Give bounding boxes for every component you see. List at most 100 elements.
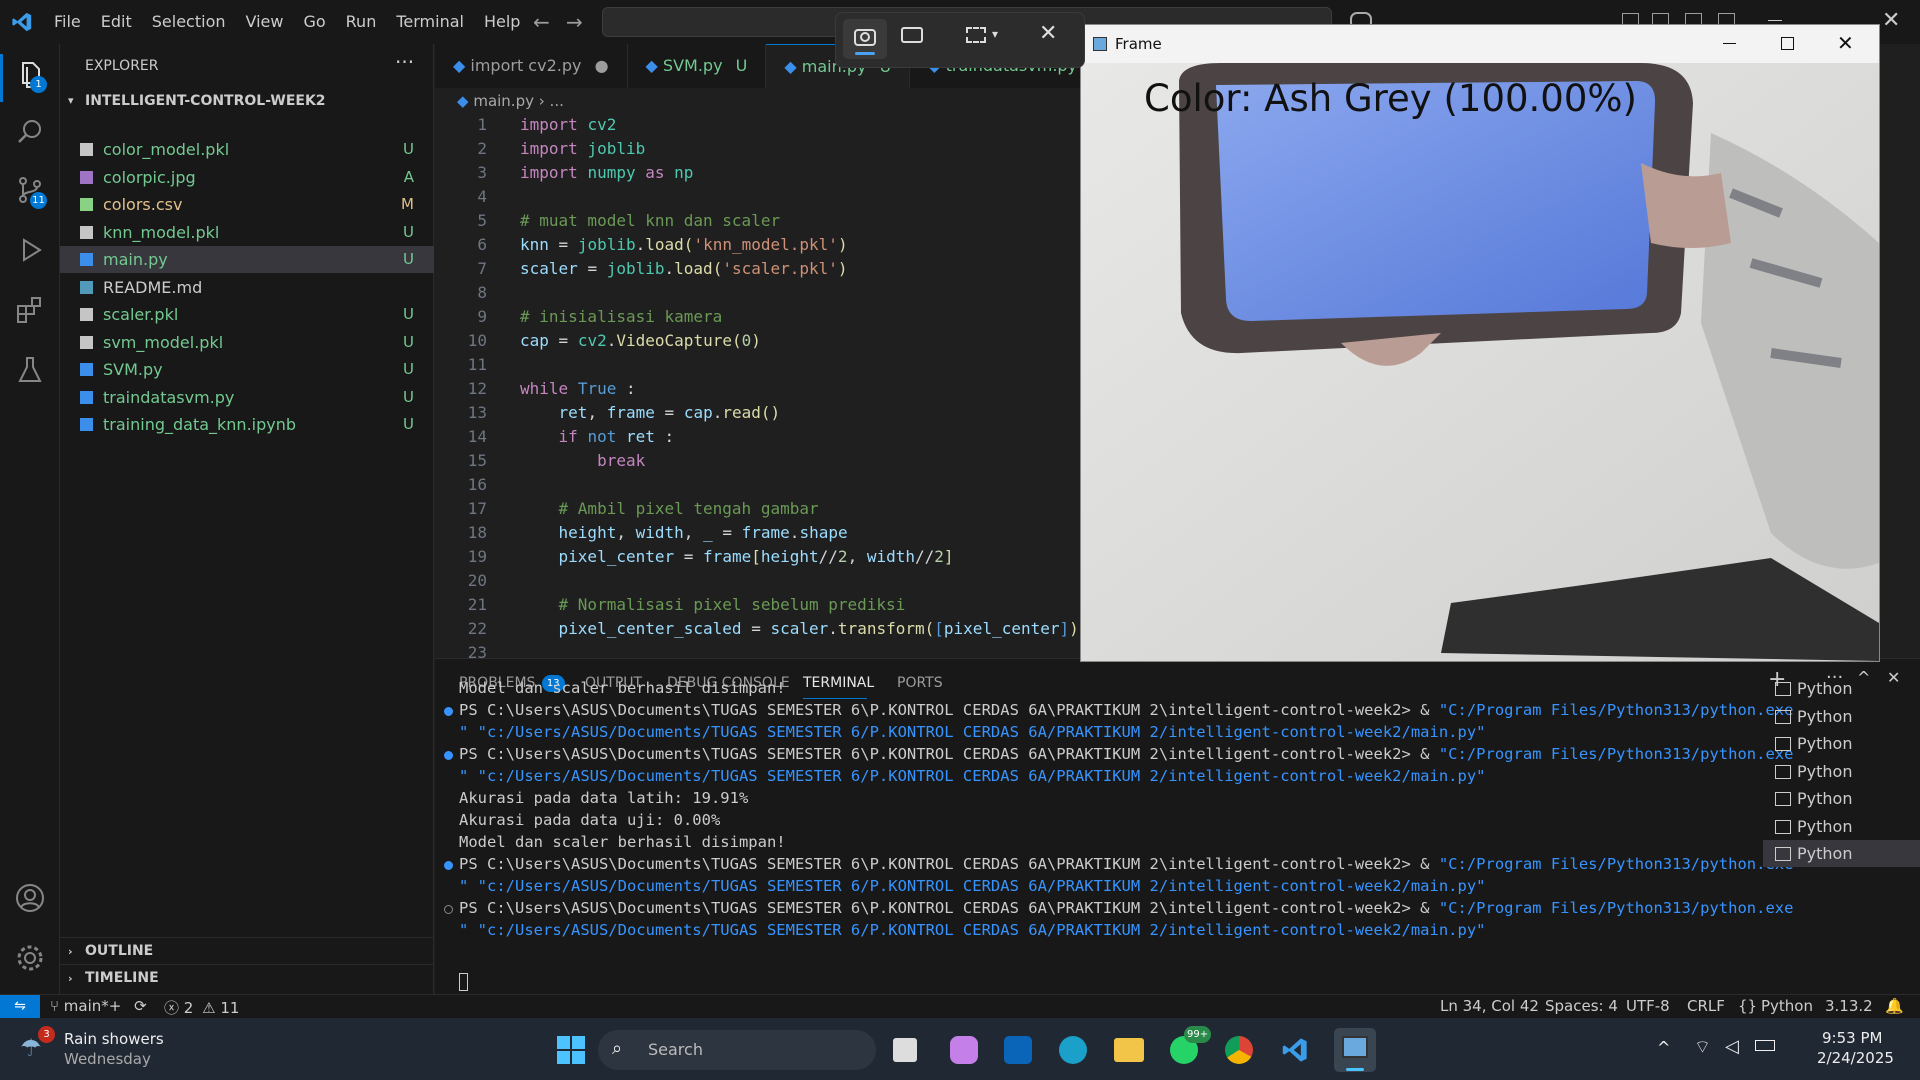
taskbar-search[interactable]: ⌕ Search	[598, 1030, 876, 1070]
edge-icon[interactable]	[1059, 1036, 1087, 1064]
outline-section[interactable]: › OUTLINE	[60, 937, 434, 964]
copilot-app-icon[interactable]	[950, 1036, 978, 1064]
terminal-instance[interactable]: Python	[1763, 785, 1920, 812]
account-icon[interactable]	[14, 882, 46, 914]
file-item[interactable]: README.md	[60, 274, 434, 301]
settings-gear-icon[interactable]	[14, 942, 46, 974]
python-version[interactable]: 3.13.2	[1825, 997, 1873, 1015]
command-decoration[interactable]	[444, 861, 453, 870]
menu-terminal[interactable]: Terminal	[386, 0, 474, 44]
file-item[interactable]: scaler.pkl U	[60, 301, 434, 328]
menu-help[interactable]: Help	[474, 0, 530, 44]
snipping-toolbar: ▾ ✕	[835, 12, 1085, 68]
video-mode-icon[interactable]	[901, 27, 923, 43]
python-frame-taskbar-icon[interactable]	[1334, 1028, 1376, 1072]
file-item[interactable]: color_model.pkl U	[60, 136, 434, 163]
problems-indicator[interactable]: ⓧ 2 ⚠ 11	[164, 997, 239, 1018]
terminal-instance[interactable]: Python	[1763, 813, 1920, 840]
folder-header[interactable]: ▾ INTELLIGENT-CONTROL-WEEK2	[60, 89, 434, 113]
snip-shape-icon[interactable]	[966, 27, 986, 43]
cursor-position[interactable]: Ln 34, Col 42	[1440, 997, 1539, 1015]
weather-widget[interactable]: ☂ 3 Rain showers Wednesday	[20, 1026, 180, 1072]
frame-title: Frame	[1115, 35, 1162, 53]
branch-indicator[interactable]: ⑂ main*+ ⟳	[50, 997, 147, 1015]
explorer-icon[interactable]: 1	[14, 58, 47, 93]
battery-icon[interactable]	[1755, 1040, 1775, 1051]
terminal-instance[interactable]: Python	[1763, 703, 1920, 730]
clock-date[interactable]: 2/24/2025	[1817, 1049, 1894, 1067]
menu-selection[interactable]: Selection	[142, 0, 236, 44]
terminal-instance[interactable]: Python	[1763, 840, 1920, 867]
menu-run[interactable]: Run	[336, 0, 387, 44]
windows-start-icon[interactable]	[557, 1036, 585, 1064]
nav-forward-icon[interactable]: →	[566, 10, 583, 34]
window-minimize-icon[interactable]	[1768, 20, 1782, 21]
search-icon[interactable]	[14, 116, 46, 148]
tab-terminal[interactable]: TERMINAL	[803, 675, 874, 691]
vscode-taskbar-icon[interactable]	[1281, 1036, 1309, 1064]
breadcrumb-rest[interactable]: ...	[550, 92, 564, 110]
snip-shape-chevron-icon[interactable]: ▾	[992, 27, 998, 41]
file-item[interactable]: SVM.py U	[60, 356, 434, 383]
tray-chevron-icon[interactable]: ^	[1657, 1038, 1670, 1057]
outlook-icon[interactable]	[1004, 1036, 1032, 1064]
terminal-line: Akurasi pada data uji: 0.00%	[459, 811, 720, 829]
breadcrumb-file[interactable]: main.py	[473, 92, 534, 110]
file-item[interactable]: colorpic.jpg A	[60, 164, 434, 191]
command-decoration[interactable]	[444, 905, 453, 914]
sync-icon[interactable]: ⟳	[134, 997, 147, 1015]
tab-ports[interactable]: PORTS	[897, 675, 943, 691]
language-mode[interactable]: Python	[1761, 997, 1813, 1015]
line-number: 18	[467, 523, 487, 542]
indentation[interactable]: Spaces: 4	[1545, 997, 1618, 1015]
file-icon	[80, 143, 93, 156]
menu-edit[interactable]: Edit	[91, 0, 142, 44]
testing-icon[interactable]	[14, 354, 46, 386]
file-item[interactable]: colors.csv M	[60, 191, 434, 218]
clock-time[interactable]: 9:53 PM	[1822, 1029, 1882, 1047]
window-close-icon[interactable]: ✕	[1882, 8, 1900, 33]
nav-back-icon[interactable]: ←	[533, 10, 550, 34]
frame-window[interactable]: Frame ✕ Color: Ash Grey (100.00%)	[1080, 24, 1880, 662]
run-debug-icon[interactable]	[14, 234, 46, 266]
editor-tab[interactable]: ◆ SVM.py U	[628, 44, 767, 88]
frame-maximize-icon[interactable]	[1781, 37, 1794, 50]
whatsapp-icon[interactable]: 99+	[1170, 1026, 1212, 1064]
snip-close-icon[interactable]: ✕	[1039, 21, 1057, 46]
terminal-instance[interactable]: Python	[1763, 730, 1920, 757]
terminal-line: PS C:\Users\ASUS\Documents\TUGAS SEMESTE…	[459, 701, 1793, 719]
remote-indicator[interactable]: ⇋	[0, 995, 40, 1018]
notifications-bell-icon[interactable]: 🔔	[1885, 997, 1904, 1015]
weather-subtitle: Wednesday	[64, 1050, 151, 1068]
file-item[interactable]: knn_model.pkl U	[60, 219, 434, 246]
editor-tab[interactable]: ◆ import cv2.py ●	[435, 44, 628, 88]
task-view-icon[interactable]	[893, 1038, 917, 1062]
folder-name: INTELLIGENT-CONTROL-WEEK2	[85, 93, 326, 109]
volume-icon[interactable]: ◁	[1725, 1036, 1739, 1057]
file-item[interactable]: traindatasvm.py U	[60, 384, 434, 411]
extensions-icon[interactable]	[14, 294, 46, 326]
terminal-instance[interactable]: Python	[1763, 758, 1920, 785]
command-decoration[interactable]	[444, 751, 453, 760]
file-explorer-icon[interactable]	[1114, 1038, 1144, 1062]
menu-go[interactable]: Go	[293, 0, 335, 44]
command-decoration[interactable]	[444, 707, 453, 716]
file-icon	[80, 198, 93, 211]
code-editor[interactable]: ◆ main.py › ... 1 2 3 4 5 6 7 8 9 10 11 12 13 14 15 16 1…	[435, 88, 1085, 658]
line-ending[interactable]: CRLF	[1687, 997, 1725, 1015]
screenshot-mode-button[interactable]	[843, 19, 887, 59]
more-actions-icon[interactable]: ···	[395, 50, 414, 74]
file-item[interactable]: svm_model.pkl U	[60, 329, 434, 356]
wifi-icon[interactable]: ⌔	[1694, 1036, 1711, 1059]
frame-close-icon[interactable]: ✕	[1837, 31, 1854, 55]
file-item[interactable]: training_data_knn.ipynb U	[60, 411, 434, 438]
terminal-instance[interactable]: Python	[1763, 675, 1920, 702]
menu-file[interactable]: File	[44, 0, 91, 44]
source-control-icon[interactable]: 11	[14, 174, 47, 209]
frame-minimize-icon[interactable]	[1723, 43, 1736, 44]
timeline-section[interactable]: › TIMELINE	[60, 964, 434, 991]
file-item[interactable]: main.py U	[60, 246, 434, 273]
encoding[interactable]: UTF-8	[1626, 997, 1670, 1015]
chrome-icon[interactable]	[1225, 1036, 1253, 1064]
menu-view[interactable]: View	[236, 0, 294, 44]
